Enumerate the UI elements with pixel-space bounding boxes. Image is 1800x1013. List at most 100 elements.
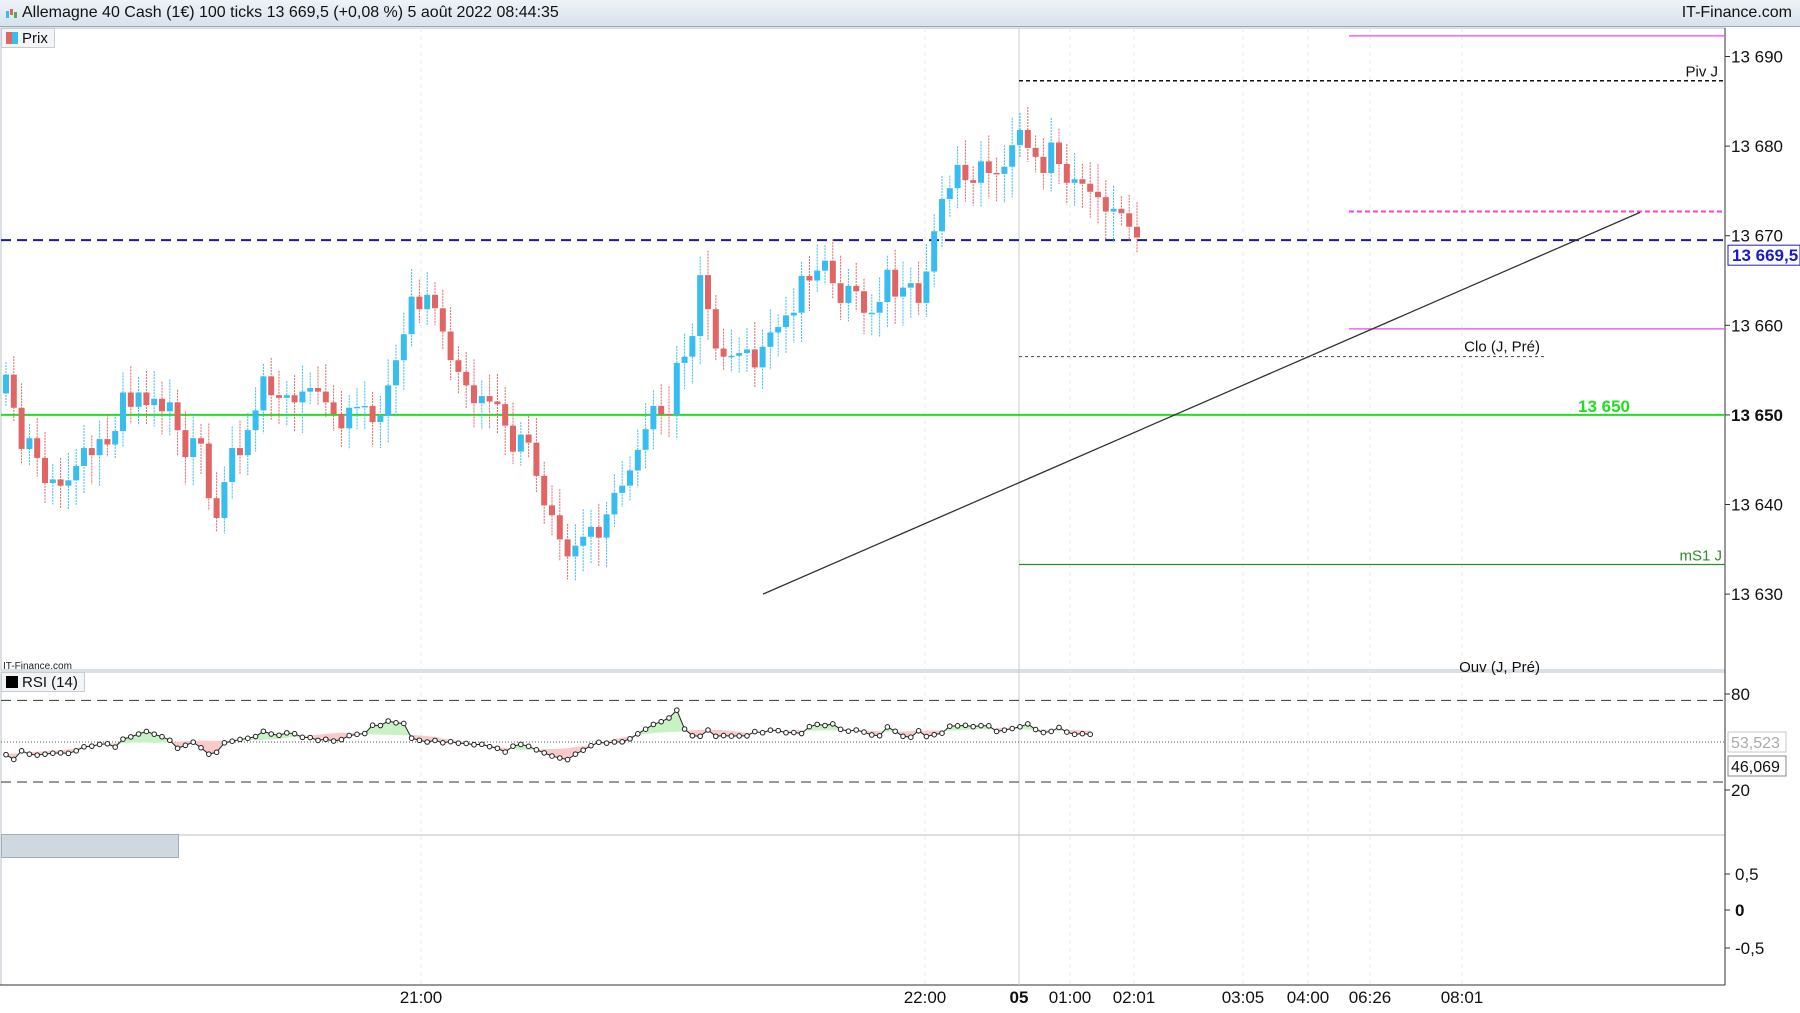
candle-body <box>907 283 914 288</box>
watermark: IT-Finance.com <box>3 661 72 672</box>
candle-body <box>1102 197 1109 212</box>
candle-body <box>1118 208 1125 214</box>
candle-body <box>252 410 259 431</box>
lower-tick-label: 0,5 <box>1735 865 1759 884</box>
rsi-point <box>572 751 579 757</box>
candle-body <box>159 398 165 412</box>
rsi-point <box>970 723 977 730</box>
rsi-point <box>736 733 743 739</box>
rsi-point <box>775 727 782 734</box>
trendline <box>762 211 1641 595</box>
x-tick-label: 08:01 <box>1441 988 1484 1007</box>
rsi-point <box>549 753 555 759</box>
rsi-point <box>245 735 251 742</box>
candle-body <box>510 425 516 452</box>
rsi-point <box>424 739 431 745</box>
x-tick-label: 01:00 <box>1049 988 1092 1007</box>
candle-body <box>49 479 56 483</box>
rsi-point <box>518 741 524 748</box>
candle-body <box>338 414 345 429</box>
rsi-point <box>291 730 298 737</box>
candle-body <box>463 371 470 386</box>
rsi-point <box>650 721 657 728</box>
rsi-point <box>377 722 384 729</box>
rsi-point <box>502 749 509 755</box>
candle-body <box>525 434 532 443</box>
candle-body <box>322 391 329 403</box>
rsi-point <box>408 735 415 741</box>
candle-body <box>42 457 48 483</box>
candle-body <box>985 161 992 173</box>
candle-body <box>408 296 415 335</box>
rsi-point <box>369 722 376 729</box>
rsi-point <box>167 737 173 744</box>
candle-body <box>900 287 906 297</box>
indicator-panel-tab[interactable] <box>1 834 179 858</box>
candle-body <box>884 269 891 303</box>
rsi-point <box>440 740 446 746</box>
lower-panel-frame <box>0 834 1726 986</box>
rsi-point <box>744 733 750 739</box>
candle-body <box>1024 129 1031 148</box>
candle-body <box>315 388 321 392</box>
x-tick-label: 21:00 <box>400 988 443 1007</box>
candle-body <box>588 526 594 537</box>
rsi-point <box>159 733 165 740</box>
price-rsi-chart[interactable]: 21:00 22:00 05 01:00 02:01 03:05 04:00 06:26 08:… <box>0 0 1800 1013</box>
candle-body <box>455 360 462 372</box>
last-price-label: 13 669,5 <box>1732 246 1798 265</box>
rsi-point <box>986 723 992 729</box>
rsi-point <box>338 736 345 743</box>
candle-body <box>1056 142 1062 165</box>
candle-body <box>689 336 696 357</box>
candle-body <box>377 415 384 423</box>
rsi-point <box>783 729 789 736</box>
rsi-point <box>104 740 111 747</box>
rsi-point <box>580 747 587 753</box>
candle-body <box>291 395 298 403</box>
candle-body <box>627 470 633 486</box>
candle-body <box>822 260 828 271</box>
rsi-point <box>564 756 571 763</box>
price-legend[interactable]: Prix <box>1 28 55 48</box>
rsi-point <box>26 751 33 757</box>
rsi-point <box>284 730 290 736</box>
rsi-point <box>385 718 392 724</box>
candle-body <box>837 283 844 303</box>
rsi-point <box>993 728 1000 735</box>
candle-body <box>166 402 173 412</box>
rsi-point <box>954 723 961 729</box>
candle-body <box>361 405 368 408</box>
candle-body <box>517 434 524 452</box>
rsi-point <box>767 727 774 733</box>
candle-body <box>393 360 399 386</box>
candle-body <box>330 402 337 415</box>
rsi-legend[interactable]: RSI (14) <box>1 672 85 692</box>
rsi-value-upper: 53,523 <box>1731 735 1780 752</box>
candle-body <box>143 392 150 406</box>
candle-body <box>611 492 618 515</box>
rsi-point <box>900 733 906 740</box>
y-tick-label: 13 680 <box>1731 137 1783 156</box>
candle-body <box>346 407 353 429</box>
candle-body <box>1032 147 1039 157</box>
candle-body <box>244 430 251 456</box>
candle-body <box>135 392 142 407</box>
candle-body <box>182 430 189 458</box>
rsi-point <box>1064 729 1070 735</box>
candle-body <box>299 391 306 403</box>
rsi-point <box>822 722 828 729</box>
candle-body <box>65 480 72 486</box>
rsi-point <box>479 741 485 748</box>
rsi-point <box>182 742 189 749</box>
rsi-point <box>96 741 103 748</box>
candle-body <box>666 414 672 416</box>
candle-body <box>720 348 727 357</box>
candle-body <box>1095 191 1101 198</box>
candle-body <box>81 448 87 466</box>
candle-body <box>486 396 493 402</box>
rsi-point <box>791 729 797 736</box>
candle-body <box>1087 183 1094 192</box>
rsi-point <box>908 734 914 741</box>
candle-body <box>931 231 938 272</box>
